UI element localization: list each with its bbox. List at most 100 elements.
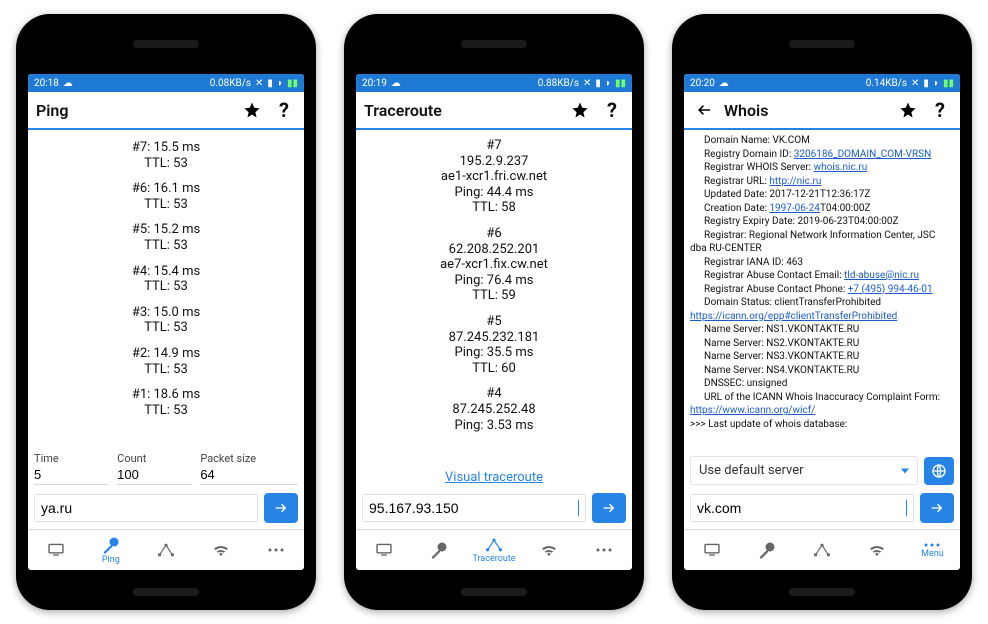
whois-link[interactable]: http://nic.ru	[769, 176, 821, 187]
question-icon: ?	[279, 98, 289, 122]
star-icon	[899, 101, 917, 119]
hop-ip: 195.2.9.237	[362, 154, 626, 170]
arrow-right-icon	[273, 500, 289, 516]
wifi-icon: ◗	[605, 78, 611, 89]
whois-link[interactable]: https://www.icann.org/wicf/	[690, 405, 815, 416]
title-bar: Ping ?	[28, 92, 304, 130]
nav-ping[interactable]	[411, 541, 466, 559]
whois-link[interactable]: tld-abuse@nic.ru	[844, 270, 919, 281]
whois-line: dba RU-CENTER	[690, 242, 954, 256]
host-input[interactable]	[369, 499, 577, 517]
ping-ttl: TTL: 53	[34, 238, 298, 254]
go-button[interactable]	[592, 493, 626, 523]
cloud-icon: ☁	[63, 78, 73, 89]
cloud-icon: ☁	[719, 78, 729, 89]
ping-row: #6: 16.1 ms TTL: 53	[34, 181, 298, 212]
whois-link[interactable]: 3206186_DOMAIN_COM-VRSN	[794, 149, 932, 160]
text-cursor	[906, 500, 907, 516]
hop-ttl: TTL: 60	[362, 361, 626, 377]
nav-traceroute[interactable]	[794, 542, 849, 558]
ping-row: #3: 15.0 ms TTL: 53	[34, 305, 298, 336]
ping-row: #1: 18.6 ms TTL: 53	[34, 387, 298, 418]
help-button[interactable]: ?	[272, 98, 296, 122]
go-button[interactable]	[920, 493, 954, 523]
route-icon	[156, 542, 176, 558]
whois-link[interactable]: https://icann.org/epp#clientTransferProh…	[690, 311, 897, 322]
favorite-button[interactable]	[240, 98, 264, 122]
hop-host: ae7-xcr1.fix.cw.net	[362, 257, 626, 273]
status-net-speed: 0.14KB/s	[866, 78, 907, 89]
whois-line: Updated Date: 2017-12-21T12:36:17Z	[690, 188, 954, 202]
nav-ping[interactable]: Ping	[83, 536, 138, 565]
monitor-icon	[375, 543, 393, 557]
help-button[interactable]: ?	[600, 98, 624, 122]
nav-more[interactable]	[577, 547, 632, 553]
whois-line: Registry Domain ID: 3206186_DOMAIN_COM-V…	[690, 148, 954, 162]
ping-ttl: TTL: 53	[34, 279, 298, 295]
whois-line: Registry Expiry Date: 2019-06-23T04:00:0…	[690, 215, 954, 229]
ping-header: #6: 16.1 ms	[34, 181, 298, 197]
time-label: Time	[34, 452, 109, 465]
status-time: 20:20	[690, 78, 715, 89]
nav-ping[interactable]	[739, 541, 794, 559]
whois-line: DNSSEC: unsigned	[690, 377, 954, 391]
monitor-icon	[47, 543, 65, 557]
host-input[interactable]	[41, 499, 251, 517]
whois-link[interactable]: +7 (495) 994-46-01	[848, 284, 933, 295]
screen: 20:19 ☁ 0.88KB/s ✕ ▮ ◗ ▮▮ Traceroute ? #…	[356, 74, 632, 570]
vibrate-icon: ✕	[255, 78, 263, 89]
nav-wifi[interactable]	[850, 543, 905, 557]
query-row	[34, 493, 298, 523]
vibrate-icon: ✕	[911, 78, 919, 89]
nav-wifi[interactable]	[194, 543, 249, 557]
wifi-icon	[868, 543, 886, 557]
hop-number: #5	[362, 314, 626, 330]
favorite-button[interactable]	[568, 98, 592, 122]
nav-traceroute[interactable]: Traceroute	[466, 537, 521, 564]
whois-line: Creation Date: 1997-06-24T04:00:00Z	[690, 202, 954, 216]
page-title: Whois	[724, 101, 888, 120]
count-input[interactable]	[117, 465, 192, 485]
hop-ping: Ping: 44.4 ms	[362, 185, 626, 201]
back-button[interactable]	[692, 98, 716, 122]
nav-label: Traceroute	[472, 554, 515, 564]
bottom-nav: Menu	[684, 529, 960, 570]
nav-lan[interactable]	[356, 543, 411, 557]
hop-row: #4 87.245.252.48 Ping: 3.53 ms	[362, 386, 626, 433]
status-net-speed: 0.88KB/s	[538, 78, 579, 89]
whois-line: Name Server: NS1.VKONTAKTE.RU	[690, 323, 954, 337]
go-button[interactable]	[264, 493, 298, 523]
host-input[interactable]	[697, 499, 905, 517]
nav-lan[interactable]	[28, 543, 83, 557]
more-icon	[923, 542, 941, 548]
nav-traceroute[interactable]	[138, 542, 193, 558]
ping-header: #2: 14.9 ms	[34, 346, 298, 362]
nav-more[interactable]	[249, 547, 304, 553]
android-status-bar: 20:20 ☁ 0.14KB/s ✕ ▮ ◗ ▮▮	[684, 74, 960, 92]
phone-whois: 20:20 ☁ 0.14KB/s ✕ ▮ ◗ ▮▮ Whois ?	[672, 14, 972, 610]
visual-traceroute-link[interactable]: Visual traceroute	[445, 470, 543, 485]
ping-ttl: TTL: 53	[34, 320, 298, 336]
favorite-button[interactable]	[896, 98, 920, 122]
more-icon	[267, 547, 285, 553]
traceroute-results: #7 195.2.9.237 ae1-xcr1.fri.cw.net Ping:…	[356, 130, 632, 464]
page-title: Traceroute	[364, 101, 560, 120]
wifi-icon: ◗	[277, 78, 283, 89]
hop-ttl: TTL: 59	[362, 288, 626, 304]
nav-menu[interactable]: Menu	[905, 542, 960, 559]
whois-link[interactable]: 1997-06-24	[769, 203, 820, 214]
globe-button[interactable]	[924, 457, 954, 485]
time-input[interactable]	[34, 465, 109, 485]
ping-row: #7: 15.5 ms TTL: 53	[34, 140, 298, 171]
packet-input[interactable]	[200, 465, 298, 485]
wifi-icon	[540, 543, 558, 557]
whois-link[interactable]: whois.nic.ru	[814, 162, 868, 173]
server-select[interactable]: Use default server	[690, 456, 918, 485]
help-button[interactable]: ?	[928, 98, 952, 122]
whois-line: Registrar WHOIS Server: whois.nic.ru	[690, 161, 954, 175]
nav-lan[interactable]	[684, 543, 739, 557]
battery-icon: ▮▮	[287, 78, 298, 89]
nav-wifi[interactable]	[522, 543, 577, 557]
ping-row: #5: 15.2 ms TTL: 53	[34, 222, 298, 253]
ping-icon	[102, 536, 120, 554]
